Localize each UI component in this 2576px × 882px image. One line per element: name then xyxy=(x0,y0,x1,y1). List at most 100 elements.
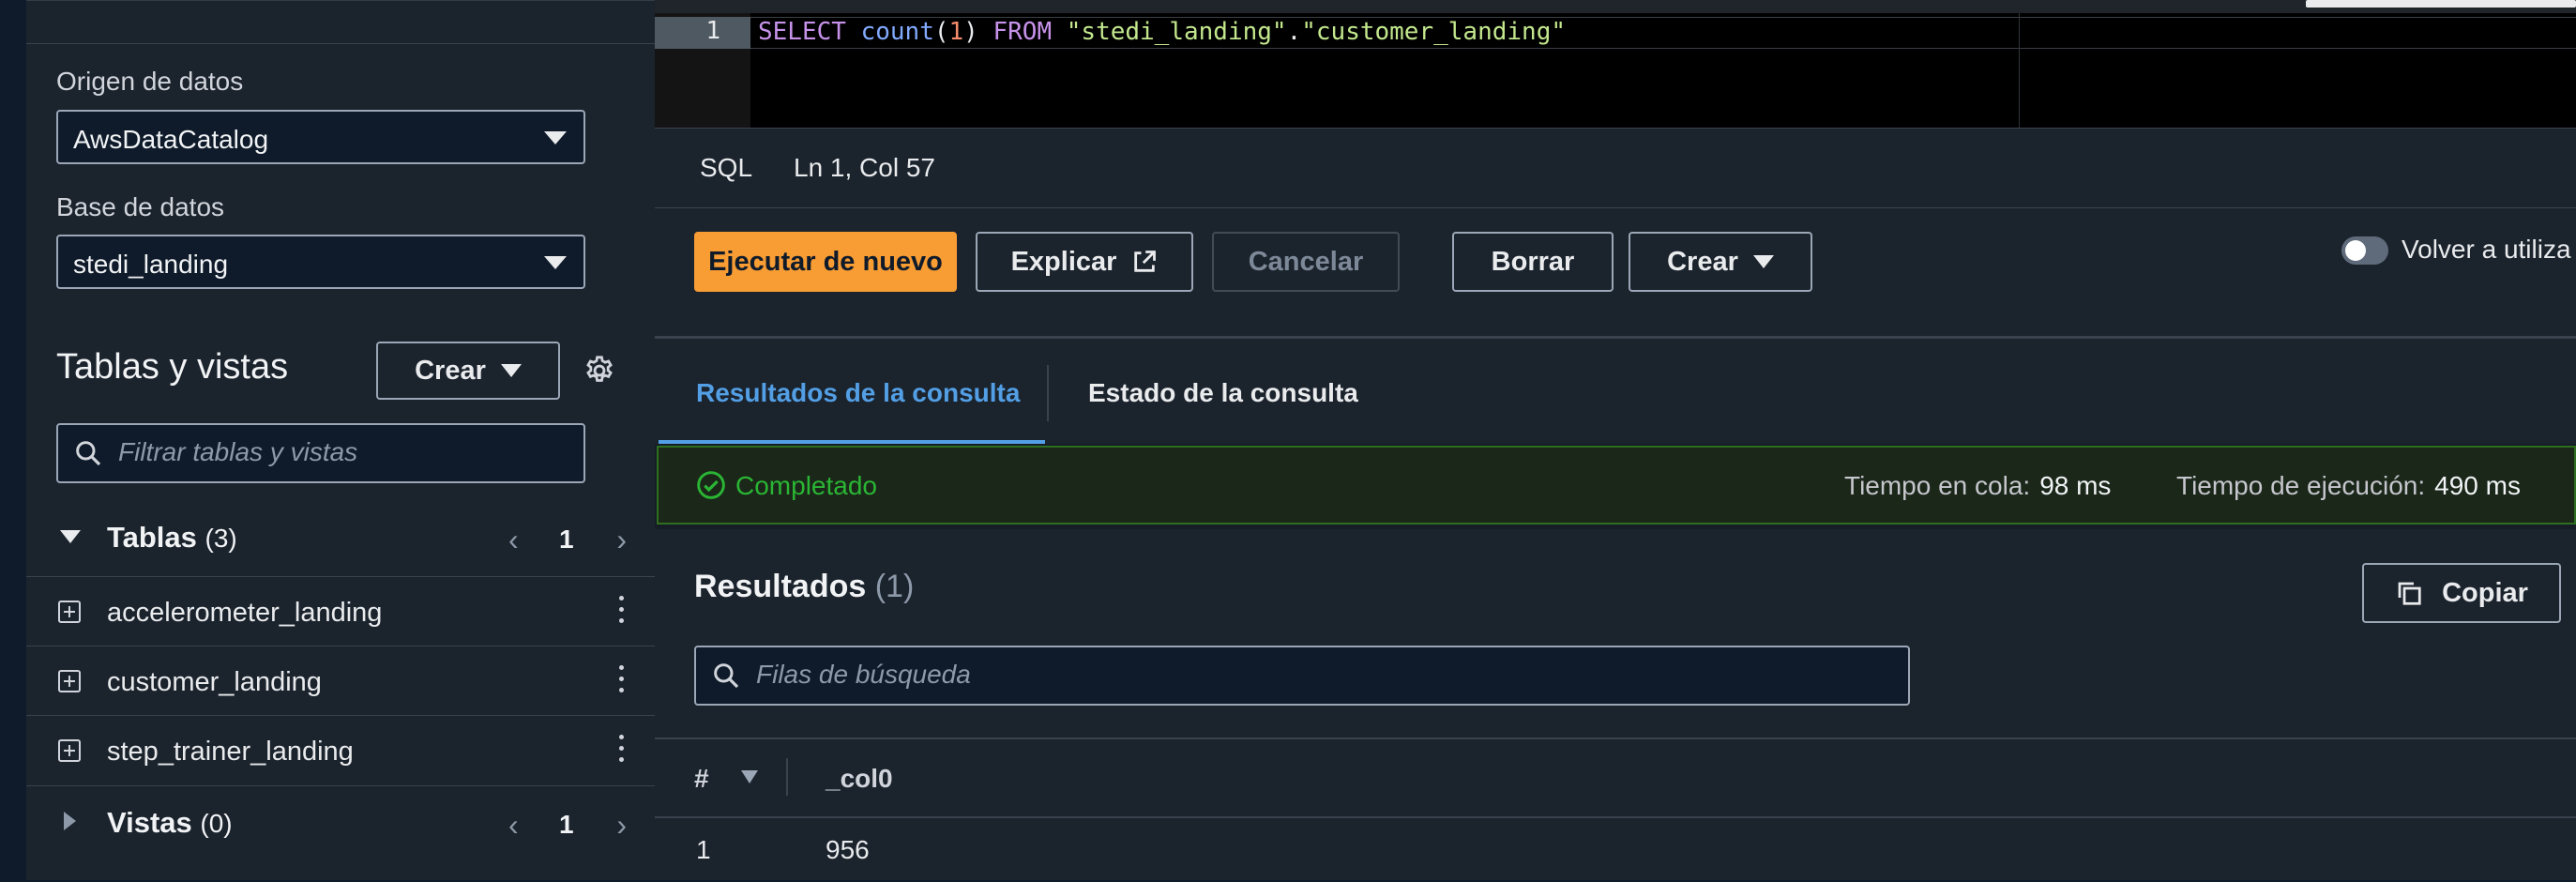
column-header[interactable]: _col0 xyxy=(826,764,893,794)
cell-value: 956 xyxy=(826,835,870,864)
chevron-right-icon[interactable]: › xyxy=(616,808,627,843)
divider xyxy=(26,43,655,44)
tab-query-results[interactable]: Resultados de la consulta xyxy=(696,378,1020,408)
chevron-left-icon[interactable]: ‹ xyxy=(508,523,519,557)
search-icon xyxy=(76,441,101,466)
data-source-value: AwsDataCatalog xyxy=(73,125,269,154)
execution-time: Tiempo de ejecución: 490 ms xyxy=(2176,471,2521,500)
table-name: step_trainer_landing xyxy=(107,737,354,767)
caret-right-icon xyxy=(64,812,76,830)
tables-views-title: Tablas y vistas xyxy=(56,347,289,387)
status-text: Completado xyxy=(735,471,877,500)
table-item-accelerometer-landing[interactable]: accelerometer_landing xyxy=(26,576,655,646)
table-name: customer_landing xyxy=(107,667,322,697)
sql-editor[interactable]: 1 SELECT count(1) FROM "stedi_landing"."… xyxy=(655,13,2576,128)
print-margin xyxy=(2019,13,2020,128)
code-token: . xyxy=(1286,18,1302,46)
caret-down-icon xyxy=(1752,255,1774,268)
table-item-customer-landing[interactable]: customer_landing xyxy=(26,646,655,716)
caret-down-icon xyxy=(544,256,567,269)
chevron-left-icon[interactable]: ‹ xyxy=(508,808,519,843)
database-value: stedi_landing xyxy=(73,250,229,279)
more-actions-icon[interactable] xyxy=(619,735,625,767)
cursor-position: Ln 1, Col 57 xyxy=(794,153,935,182)
expand-plus-icon[interactable] xyxy=(58,739,81,762)
views-page-number[interactable]: 1 xyxy=(559,810,574,840)
column-separator[interactable] xyxy=(786,758,788,796)
search-icon xyxy=(714,663,739,689)
explain-label: Explicar xyxy=(1010,246,1117,277)
editor-language: SQL xyxy=(700,153,753,182)
results-title: Resultados (1) xyxy=(694,569,915,604)
tab-divider xyxy=(1047,365,1049,421)
more-actions-icon[interactable] xyxy=(619,596,625,628)
run-again-label: Ejecutar de nuevo xyxy=(708,246,943,277)
scrollbar-thumb[interactable] xyxy=(2306,0,2576,8)
code-token: ) xyxy=(963,18,978,46)
settings-gear-icon[interactable] xyxy=(583,355,615,391)
query-status-banner: Completado Tiempo en cola: 98 ms Tiempo d… xyxy=(657,446,2576,525)
copy-icon xyxy=(2398,582,2421,605)
horizontal-scrollbar[interactable] xyxy=(655,0,2576,13)
code-token: count xyxy=(860,18,934,46)
explain-button[interactable]: Explicar xyxy=(976,232,1193,292)
filter-tables-input[interactable]: Filtrar tablas y vistas xyxy=(56,423,585,483)
expand-plus-icon[interactable] xyxy=(58,601,81,623)
copy-label: Copiar xyxy=(2442,577,2528,608)
tables-pager: ‹ 1 › xyxy=(508,523,627,557)
database-label: Base de datos xyxy=(56,192,225,221)
results-table-header: # _col0 xyxy=(655,738,2576,818)
clear-button[interactable]: Borrar xyxy=(1452,232,1614,292)
line-number: 1 xyxy=(705,17,720,45)
tables-page-number[interactable]: 1 xyxy=(559,525,574,555)
filter-placeholder: Filtrar tablas y vistas xyxy=(118,437,358,466)
views-pager: ‹ 1 › xyxy=(508,808,627,843)
code-token: SELECT xyxy=(758,18,846,46)
tables-section-header[interactable]: Tablas (3) ‹ 1 › xyxy=(26,502,655,573)
rows-search-placeholder: Filas de búsqueda xyxy=(756,660,971,689)
run-again-button[interactable]: Ejecutar de nuevo xyxy=(694,232,957,292)
create-label: Crear xyxy=(1667,246,1738,277)
chevron-right-icon[interactable]: › xyxy=(616,523,627,557)
cancel-button[interactable]: Cancelar xyxy=(1212,232,1400,292)
database-select[interactable]: stedi_landing xyxy=(56,235,585,289)
create-button[interactable]: Crear xyxy=(1629,232,1812,292)
editor-status-bar: SQL Ln 1, Col 57 xyxy=(655,128,2576,209)
rows-search-input[interactable]: Filas de búsqueda xyxy=(694,646,1910,706)
copy-button[interactable]: Copiar xyxy=(2362,563,2561,623)
row-number-header: # xyxy=(694,764,709,793)
check-circle-icon xyxy=(697,471,725,499)
active-tab-indicator xyxy=(659,440,1045,444)
tab-query-status[interactable]: Estado de la consulta xyxy=(1088,378,1358,408)
code-token: FROM xyxy=(993,18,1053,46)
create-button-label: Crear xyxy=(415,355,486,386)
results-panel: Resultados (1) Copiar Filas de búsqueda … xyxy=(655,529,2576,880)
row-index: 1 xyxy=(696,835,711,864)
sql-code[interactable]: SELECT count(1) FROM "stedi_landing"."cu… xyxy=(758,18,1566,46)
external-link-icon xyxy=(1134,251,1157,272)
code-token: 1 xyxy=(948,18,964,46)
code-token: ( xyxy=(933,18,949,46)
query-actions-bar: Ejecutar de nuevo Explicar Cancelar Borr… xyxy=(655,208,2576,339)
editor-gutter: 1 xyxy=(655,13,750,128)
reuse-results-label: Volver a utiliza xyxy=(2402,235,2571,264)
more-actions-icon[interactable] xyxy=(619,665,625,697)
query-workspace: 1 SELECT count(1) FROM "stedi_landing"."… xyxy=(655,0,2576,880)
expand-plus-icon[interactable] xyxy=(58,670,81,692)
caret-down-icon xyxy=(60,530,81,543)
cancel-label: Cancelar xyxy=(1248,246,1364,277)
reuse-results-toggle[interactable] xyxy=(2341,236,2388,265)
table-row: 1 956 xyxy=(655,816,2576,882)
sort-icon[interactable] xyxy=(741,770,758,783)
views-section-header[interactable]: Vistas (0) ‹ 1 › xyxy=(26,787,655,859)
caret-down-icon xyxy=(544,131,567,144)
left-sidebar: Origen de datos AwsDataCatalog Base de d… xyxy=(0,0,655,880)
create-table-button[interactable]: Crear xyxy=(376,342,560,400)
result-tabs: Resultados de la consulta Estado de la c… xyxy=(655,339,2576,444)
views-section-title: Vistas (0) xyxy=(107,806,233,839)
data-source-label: Origen de datos xyxy=(56,67,244,96)
table-item-step-trainer-landing[interactable]: step_trainer_landing xyxy=(26,715,655,786)
table-name: accelerometer_landing xyxy=(107,598,383,628)
query-editor-side-panel: Origen de datos AwsDataCatalog Base de d… xyxy=(26,0,655,880)
data-source-select[interactable]: AwsDataCatalog xyxy=(56,110,585,164)
